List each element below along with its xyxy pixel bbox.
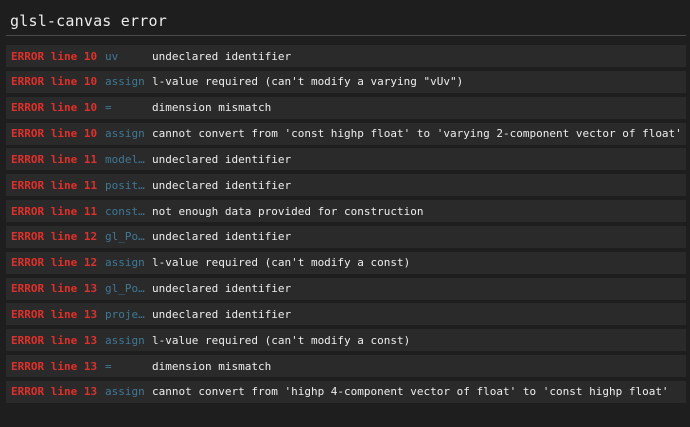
error-row[interactable]: ERROR line 10 assign cannot convert from… [6, 122, 686, 145]
error-row[interactable]: ERROR line 11 constr… not enough data pr… [6, 200, 686, 223]
error-identifier: modelV… [105, 152, 145, 166]
error-label: ERROR line 12 [11, 256, 98, 270]
error-row[interactable]: ERROR line 12 gl_Poi… undeclared identif… [6, 225, 686, 248]
error-row[interactable]: ERROR line 13 = dimension mismatch [6, 355, 686, 378]
error-label: ERROR line 13 [11, 385, 98, 399]
error-label: ERROR line 11 [11, 152, 98, 166]
error-message: cannot convert from 'highp 4-component v… [152, 385, 669, 399]
error-message: undeclared identifier [152, 282, 292, 296]
panel-title: glsl-canvas error [10, 12, 167, 30]
error-label: ERROR line 12 [11, 230, 98, 244]
error-row[interactable]: ERROR line 10 assign l-value required (c… [6, 70, 686, 93]
error-row[interactable]: ERROR line 11 positi… undeclared identif… [6, 174, 686, 197]
error-identifier: positi… [105, 178, 145, 192]
error-row[interactable]: ERROR line 12 assign l-value required (c… [6, 251, 686, 274]
error-identifier: = [105, 101, 112, 115]
error-message: dimension mismatch [152, 359, 272, 373]
error-label: ERROR line 13 [11, 359, 98, 373]
error-label: ERROR line 10 [11, 101, 98, 115]
error-row[interactable]: ERROR line 13 assign l-value required (c… [6, 329, 686, 352]
error-identifier: assign [105, 333, 145, 347]
error-identifier: assign [105, 256, 145, 270]
error-label: ERROR line 10 [11, 49, 98, 63]
error-message: undeclared identifier [152, 49, 292, 63]
error-label: ERROR line 13 [11, 282, 98, 296]
error-message: undeclared identifier [152, 178, 292, 192]
error-message: undeclared identifier [152, 152, 292, 166]
error-message: l-value required (can't modify a const) [152, 256, 411, 270]
error-list: ERROR line 10 uv undeclared identifier E… [6, 45, 686, 407]
error-message: undeclared identifier [152, 230, 292, 244]
error-identifier: gl_Pos… [105, 282, 145, 296]
error-identifier: gl_Poi… [105, 230, 145, 244]
error-label: ERROR line 10 [11, 127, 98, 141]
title-divider [6, 35, 686, 36]
error-row[interactable]: ERROR line 13 projec… undeclared identif… [6, 303, 686, 326]
error-identifier: assign [105, 127, 145, 141]
error-identifier: assign [105, 385, 145, 399]
error-label: ERROR line 13 [11, 307, 98, 321]
error-identifier: = [105, 359, 112, 373]
error-identifier: projec… [105, 307, 145, 321]
error-row[interactable]: ERROR line 13 assign cannot convert from… [6, 380, 686, 403]
error-message: l-value required (can't modify a const) [152, 333, 411, 347]
error-label: ERROR line 13 [11, 333, 98, 347]
error-message: dimension mismatch [152, 101, 272, 115]
error-identifier: constr… [105, 204, 145, 218]
error-message: undeclared identifier [152, 307, 292, 321]
error-panel: glsl-canvas error ERROR line 10 uv undec… [0, 0, 690, 427]
error-message: not enough data provided for constructio… [152, 204, 424, 218]
error-label: ERROR line 11 [11, 204, 98, 218]
error-message: cannot convert from 'const highp float' … [152, 127, 682, 141]
error-identifier: uv [105, 49, 119, 63]
error-label: ERROR line 10 [11, 75, 98, 89]
error-row[interactable]: ERROR line 10 uv undeclared identifier [6, 45, 686, 67]
error-row[interactable]: ERROR line 10 = dimension mismatch [6, 96, 686, 119]
error-message: l-value required (can't modify a varying… [152, 75, 464, 89]
error-label: ERROR line 11 [11, 178, 98, 192]
error-identifier: assign [105, 75, 145, 89]
error-row[interactable]: ERROR line 11 modelV… undeclared identif… [6, 148, 686, 171]
error-row[interactable]: ERROR line 13 gl_Pos… undeclared identif… [6, 277, 686, 300]
